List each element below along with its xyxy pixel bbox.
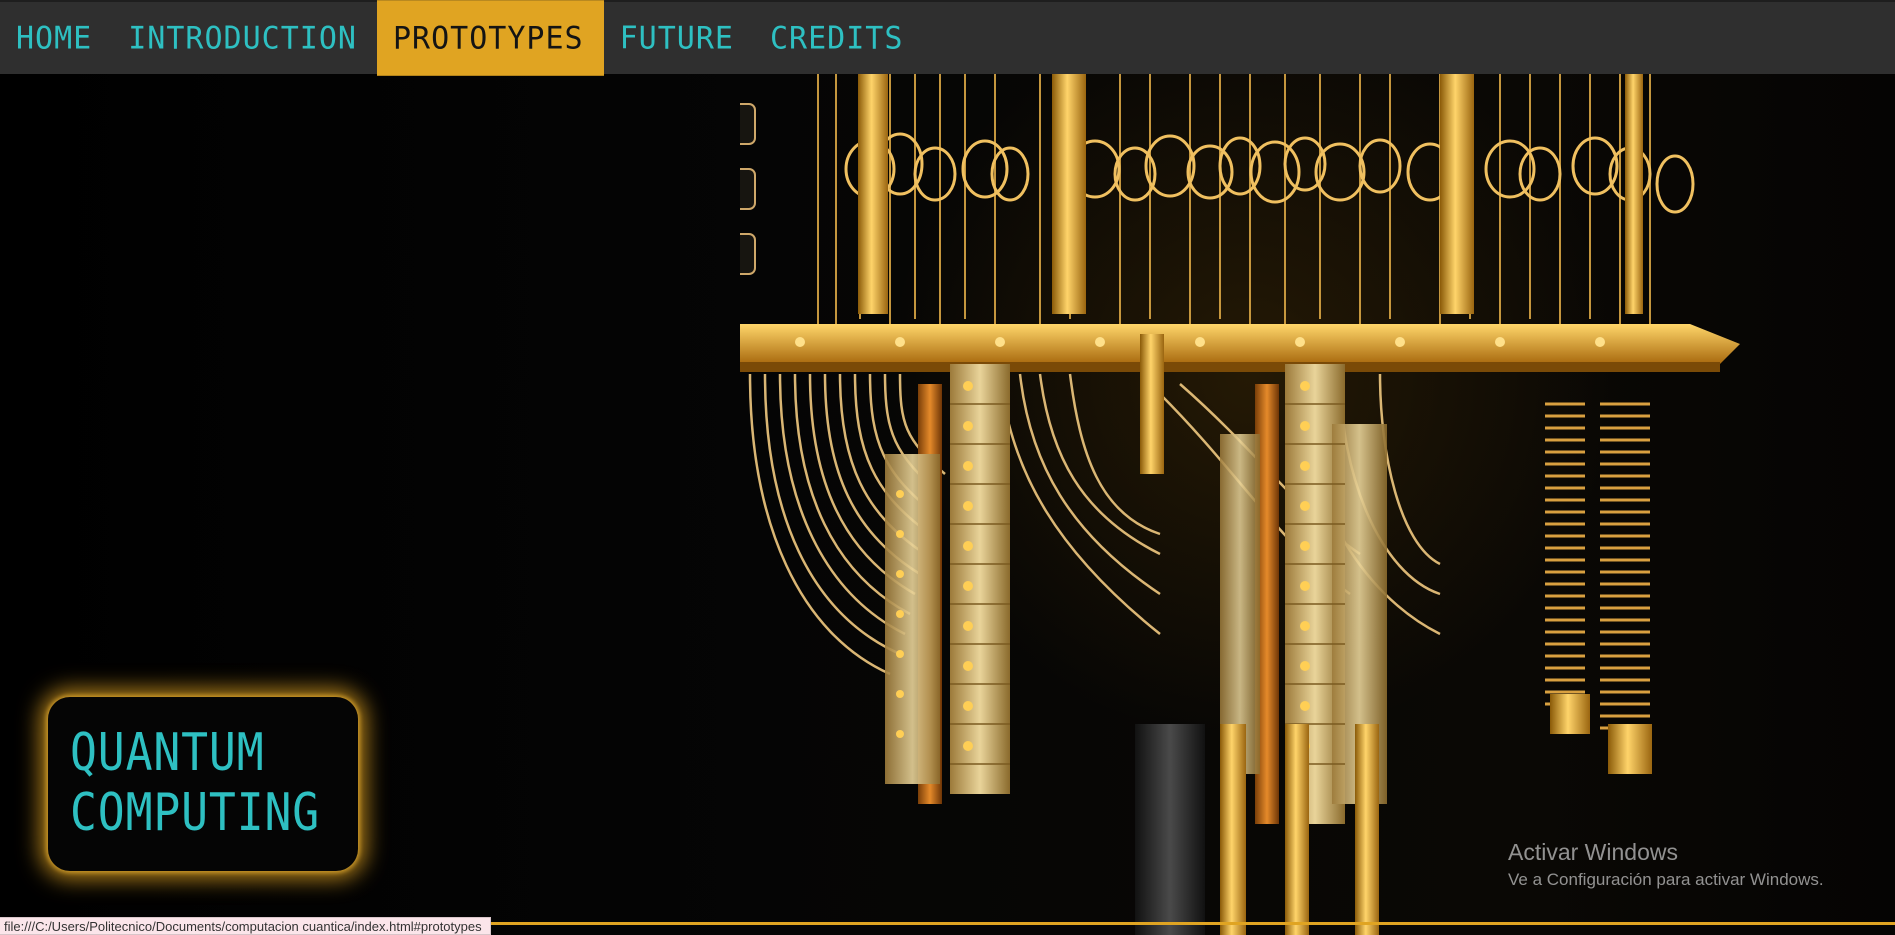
watermark-title: Activar Windows [1508, 839, 1678, 865]
nav-prototypes[interactable]: PROTOTYPES [377, 0, 604, 76]
site-title-line-1: QUANTUM [70, 723, 265, 783]
nav-introduction[interactable]: INTRODUCTION [112, 0, 377, 76]
watermark-subtitle: Ve a Configuración para activar Windows. [1508, 870, 1824, 889]
nav-credits[interactable]: CREDITS [754, 0, 923, 76]
page: HOME INTRODUCTION PROTOTYPES FUTURE CRED… [0, 0, 1895, 935]
windows-activation-watermark: Activar Windows Ve a Configuración para … [1508, 838, 1824, 892]
nav-future[interactable]: FUTURE [604, 0, 754, 76]
quantum-computer-image [740, 74, 1740, 935]
nav-home[interactable]: HOME [0, 0, 112, 76]
site-title-card: QUANTUM COMPUTING [48, 697, 358, 871]
status-bar-url: file:///C:/Users/Politecnico/Documents/c… [0, 917, 491, 935]
site-title-line-2: COMPUTING [70, 783, 321, 843]
top-navbar: HOME INTRODUCTION PROTOTYPES FUTURE CRED… [0, 0, 1895, 76]
